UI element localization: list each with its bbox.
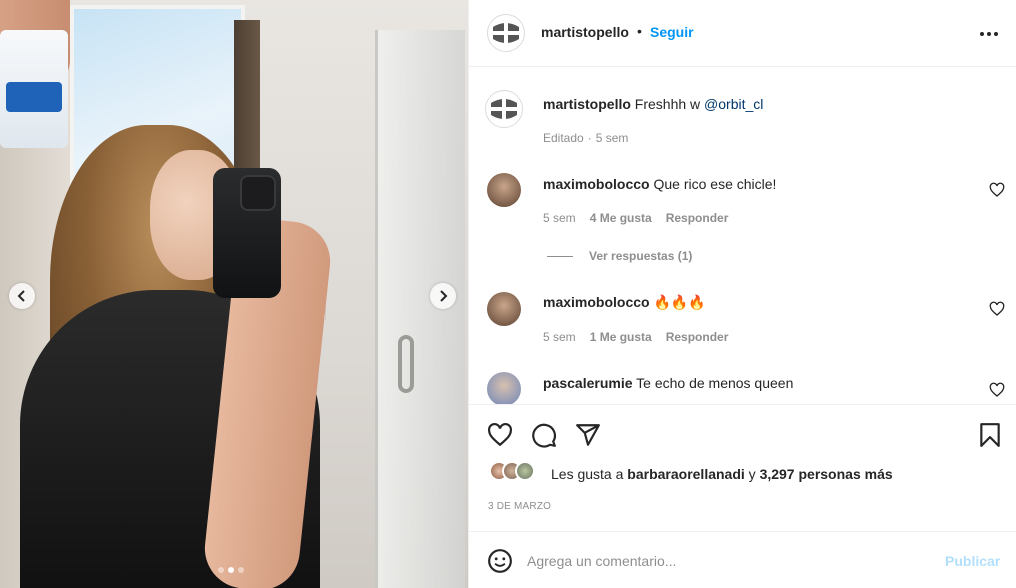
meta-separator: · — [587, 131, 592, 145]
heart-icon[interactable] — [989, 382, 1005, 398]
caption-body: Freshhh w — [634, 96, 705, 112]
carousel-dot — [238, 567, 244, 573]
mini-avatar — [515, 461, 535, 481]
photo-phone-camera — [240, 175, 276, 211]
comment-username[interactable]: maximobolocco — [543, 176, 650, 192]
comment-body: Que rico ese chicle! — [653, 176, 777, 192]
profile-logo-icon — [489, 16, 523, 50]
next-slide-button[interactable] — [430, 283, 456, 309]
comment-username[interactable]: maximobolocco — [543, 294, 650, 310]
bookmark-icon[interactable] — [977, 422, 1003, 448]
comment-likes[interactable]: 1 Me gusta — [590, 330, 652, 344]
more-horizontal-icon — [980, 32, 998, 36]
comment-avatar[interactable] — [487, 173, 521, 207]
like-heart-icon[interactable] — [487, 422, 513, 448]
avatar[interactable] — [487, 14, 525, 52]
heart-icon[interactable] — [989, 182, 1005, 198]
post-date[interactable]: 3 DE MARZO — [488, 501, 551, 512]
comment-text: maximobolocco 🔥🔥🔥 — [543, 294, 706, 311]
comment-time[interactable]: 5 sem — [543, 211, 576, 225]
caption-username[interactable]: martistopello — [543, 96, 631, 112]
profile-logo-icon — [487, 92, 521, 126]
comment-time[interactable]: 5 sem — [543, 330, 576, 344]
caption-text: martistopello Freshhh w @orbit_cl — [543, 96, 763, 112]
post-photo[interactable] — [0, 0, 468, 588]
comment-meta: 5 sem 4 Me gusta Responder — [543, 211, 728, 225]
post-panel: martistopello • Seguir martistopello Fre… — [468, 0, 1016, 588]
liked-by-user[interactable]: barbaraorellanadi — [627, 466, 745, 482]
comment-likes[interactable]: 4 Me gusta — [590, 211, 652, 225]
photo-glass-door — [375, 30, 465, 588]
comment-avatar[interactable] — [487, 372, 521, 404]
emoji-icon[interactable] — [487, 548, 513, 574]
carousel-dot-active — [228, 567, 234, 573]
heart-icon[interactable] — [989, 301, 1005, 317]
caption-mention[interactable]: @orbit_cl — [704, 96, 763, 112]
share-send-icon[interactable] — [575, 422, 601, 448]
post-username[interactable]: martistopello — [541, 24, 629, 40]
more-options-button[interactable] — [977, 22, 1001, 46]
caption-time[interactable]: 5 sem — [596, 131, 629, 145]
comments-list[interactable]: martistopello Freshhh w @orbit_cl Editad… — [469, 68, 1016, 404]
comment-text: pascalerumie Te echo de menos queen — [543, 375, 793, 391]
reply-button[interactable]: Responder — [666, 211, 729, 225]
previous-slide-button[interactable] — [9, 283, 35, 309]
photo-gum-bottle — [0, 30, 68, 148]
view-replies-label: Ver respuestas (1) — [589, 249, 693, 263]
caption-edited: Editado — [543, 131, 584, 145]
comment-avatar[interactable] — [487, 292, 521, 326]
comment-body: 🔥🔥🔥 — [653, 294, 706, 310]
likes-summary: Les gusta a barbaraorellanadi y 3,297 pe… — [551, 466, 893, 482]
caption-meta: Editado · 5 sem — [543, 131, 628, 145]
likes-middle: y — [744, 466, 760, 482]
reply-button[interactable]: Responder — [666, 330, 729, 344]
caption-avatar[interactable] — [485, 90, 523, 128]
liked-by-avatars[interactable] — [489, 461, 535, 481]
view-replies-button[interactable]: Ver respuestas (1) — [547, 249, 692, 263]
comment-bubble-icon[interactable] — [531, 422, 557, 448]
comment-username[interactable]: pascalerumie — [543, 375, 633, 391]
comment-input[interactable] — [527, 548, 927, 574]
comment-meta: 5 sem 1 Me gusta Responder — [543, 330, 728, 344]
add-comment-bar: Publicar — [469, 531, 1016, 588]
likes-count[interactable]: 3,297 personas más — [760, 466, 893, 482]
separator-dot: • — [637, 23, 642, 39]
replies-line — [547, 255, 573, 257]
follow-button[interactable]: Seguir — [650, 24, 694, 40]
publish-button[interactable]: Publicar — [945, 553, 1000, 569]
carousel-dot — [218, 567, 224, 573]
carousel-indicator — [218, 567, 244, 573]
post-header: martistopello • Seguir — [469, 0, 1016, 67]
chevron-right-icon — [440, 290, 448, 302]
chevron-left-icon — [17, 290, 25, 302]
photo-door-handle — [398, 335, 414, 393]
likes-prefix: Les gusta a — [551, 466, 628, 482]
comment-body: Te echo de menos queen — [636, 375, 794, 391]
comment-text: maximobolocco Que rico ese chicle! — [543, 176, 776, 192]
